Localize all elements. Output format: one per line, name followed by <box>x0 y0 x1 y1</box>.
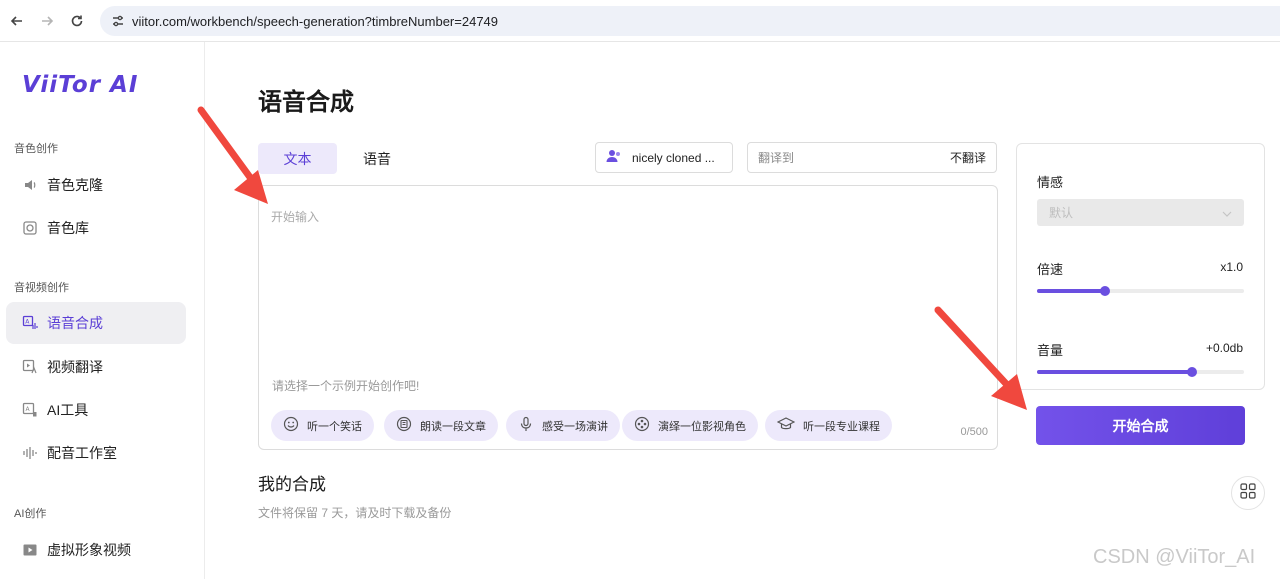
example-chip-course[interactable]: 听一段专业课程 <box>765 410 892 441</box>
emotion-label: 情感 <box>1037 175 1064 190</box>
chip-label: 听一个笑话 <box>307 420 362 433</box>
waveform-icon <box>21 444 39 462</box>
smile-icon <box>283 416 299 435</box>
settings-panel: 情感 默认 倍速 x1.0 音量 +0.0db <box>1016 143 1265 390</box>
emotion-value: 默认 <box>1049 206 1074 220</box>
start-synthesis-button[interactable]: 开始合成 <box>1036 406 1245 445</box>
svg-text:A: A <box>25 319 30 326</box>
example-hint: 请选择一个示例开始创作吧! <box>272 379 420 393</box>
example-chip-speech[interactable]: 感受一场演讲 <box>506 410 620 441</box>
site-settings-icon[interactable] <box>104 6 132 36</box>
text-input[interactable] <box>271 208 971 358</box>
sidebar-item-video-translate[interactable]: 视频翻译 <box>6 346 186 388</box>
voice-select[interactable]: nicely cloned ... <box>595 142 733 173</box>
play-video-icon <box>21 541 39 559</box>
translate-value: 不翻译 <box>949 151 986 165</box>
chevron-down-icon <box>1222 206 1232 220</box>
film-reel-icon <box>634 416 650 435</box>
ai-tool-icon: A <box>21 401 39 419</box>
reload-icon[interactable] <box>62 6 92 36</box>
speed-slider[interactable] <box>1037 286 1244 296</box>
watermark: CSDN @ViiTor_AI <box>1093 546 1256 568</box>
volume-label: 音量 <box>1037 343 1064 358</box>
apps-grid-button[interactable] <box>1231 476 1265 510</box>
chip-label: 听一段专业课程 <box>803 420 880 433</box>
chip-label: 感受一场演讲 <box>542 420 608 433</box>
url-text: viitor.com/workbench/speech-generation?t… <box>132 13 499 29</box>
browser-toolbar: viitor.com/workbench/speech-generation?t… <box>0 0 1280 42</box>
emotion-select[interactable]: 默认 <box>1037 199 1244 226</box>
video-translate-icon <box>21 358 39 376</box>
sidebar: ViiTor AI 音色创作 音色克隆 音色库 音视频创作 A 语音合成 视频翻… <box>0 42 205 579</box>
speaker-icon <box>21 176 39 194</box>
section-label-ai: AI创作 <box>14 508 47 520</box>
sidebar-item-label: 视频翻译 <box>47 359 103 375</box>
my-synthesis-subtitle: 文件将保留 7 天，请及时下载及备份 <box>258 506 452 520</box>
sidebar-item-voice-clone[interactable]: 音色克隆 <box>6 164 186 206</box>
sidebar-item-label: 配音工作室 <box>47 445 117 461</box>
speed-value: x1.0 <box>1220 260 1243 274</box>
tab-voice[interactable]: 语音 <box>345 143 409 174</box>
section-label-timbre: 音色创作 <box>14 143 58 155</box>
voice-select-value: nicely cloned ... <box>632 150 715 165</box>
address-bar[interactable]: viitor.com/workbench/speech-generation?t… <box>100 6 1280 36</box>
forward-arrow-icon[interactable] <box>32 6 62 36</box>
translate-placeholder: 翻译到 <box>758 151 795 165</box>
speed-slider-fill <box>1037 289 1106 293</box>
volume-slider-thumb[interactable] <box>1187 367 1198 377</box>
sidebar-item-label: 语音合成 <box>47 315 103 331</box>
disc-icon <box>21 219 39 237</box>
logo[interactable]: ViiTor AI <box>22 72 138 98</box>
example-chip-article[interactable]: 朗读一段文章 <box>384 410 498 441</box>
char-count: 0/500 <box>960 426 988 438</box>
chip-label: 演绎一位影视角色 <box>658 420 746 433</box>
sidebar-item-label: 音色库 <box>47 220 89 236</box>
sidebar-item-label: AI工具 <box>47 402 89 418</box>
text-editor: 请选择一个示例开始创作吧! 听一个笑话 朗读一段文章 感受一场演讲 演绎一位影视… <box>258 185 998 450</box>
svg-text:A: A <box>26 406 31 413</box>
sidebar-item-label: 虚拟形象视频 <box>47 542 131 558</box>
volume-slider-fill <box>1037 370 1193 374</box>
example-chip-film-role[interactable]: 演绎一位影视角色 <box>622 410 758 441</box>
my-synthesis-title: 我的合成 <box>258 475 326 494</box>
volume-slider[interactable] <box>1037 367 1244 377</box>
sidebar-item-ai-tools[interactable]: A AI工具 <box>6 389 186 431</box>
tab-text[interactable]: 文本 <box>258 143 337 174</box>
back-arrow-icon[interactable] <box>2 6 32 36</box>
book-icon <box>396 416 412 435</box>
user-voice-icon <box>606 149 622 166</box>
grid-icon <box>1240 482 1256 504</box>
speed-label: 倍速 <box>1037 262 1064 277</box>
volume-value: +0.0db <box>1205 341 1243 355</box>
sidebar-item-voice-library[interactable]: 音色库 <box>6 207 186 249</box>
sidebar-item-label: 音色克隆 <box>47 177 103 193</box>
example-chip-joke[interactable]: 听一个笑话 <box>271 410 374 441</box>
speed-slider-thumb[interactable] <box>1100 286 1111 296</box>
page-title: 语音合成 <box>258 89 354 116</box>
translate-select[interactable]: 翻译到 不翻译 <box>747 142 997 173</box>
microphone-icon <box>518 416 534 435</box>
sidebar-item-avatar-video[interactable]: 虚拟形象视频 <box>6 529 186 571</box>
chip-label: 朗读一段文章 <box>420 420 486 433</box>
sidebar-item-speech-synthesis[interactable]: A 语音合成 <box>6 302 186 344</box>
text-speech-icon: A <box>21 314 39 332</box>
sidebar-item-dubbing-studio[interactable]: 配音工作室 <box>6 432 186 474</box>
graduation-cap-icon <box>776 416 796 435</box>
section-label-av: 音视频创作 <box>14 282 69 294</box>
